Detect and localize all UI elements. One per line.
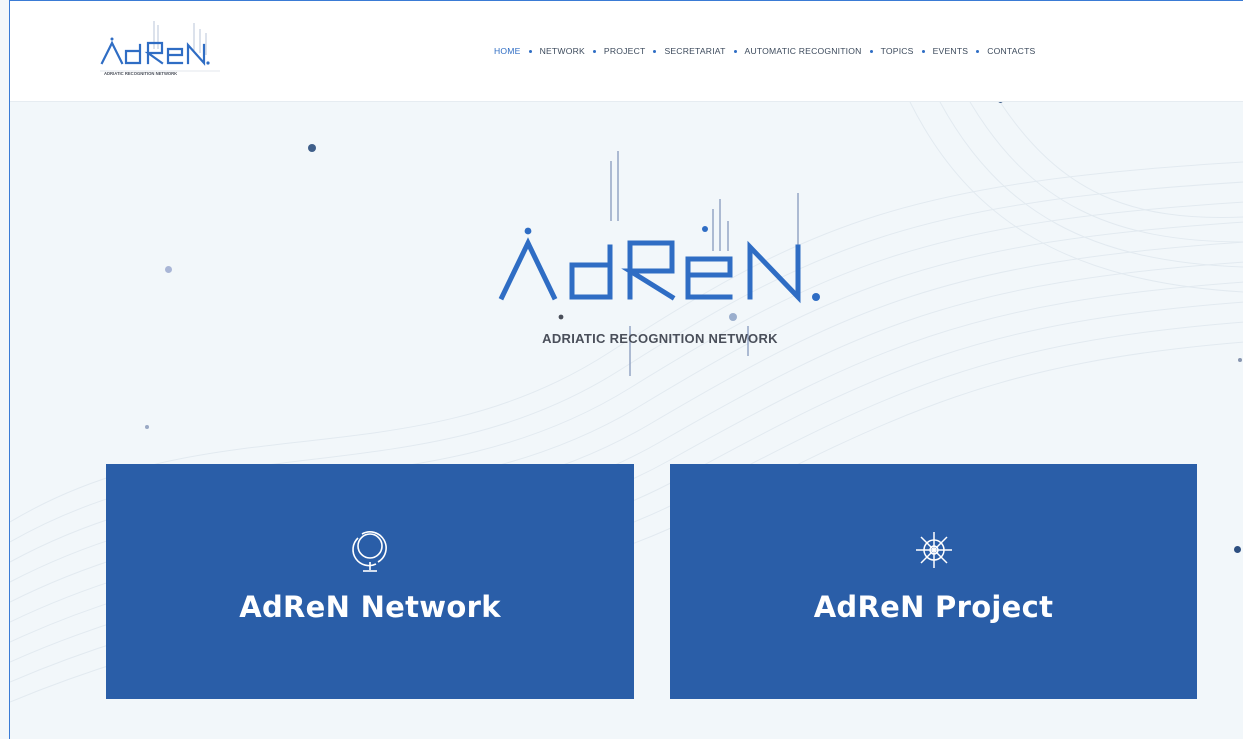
decor-dot <box>165 266 172 273</box>
card-title: AdReN Network <box>239 590 501 624</box>
nav-separator <box>592 49 596 53</box>
card-adren-network[interactable]: AdReN Network <box>106 464 634 699</box>
decor-dot <box>1238 358 1242 362</box>
nav-separator <box>528 49 532 53</box>
decor-dot <box>308 144 316 152</box>
decor-dot <box>145 425 149 429</box>
nav-item-secretariat[interactable]: SECRETARIAT <box>664 46 725 56</box>
globe-icon <box>352 531 387 572</box>
nav-item-project[interactable]: PROJECT <box>604 46 646 56</box>
site-header: ADRIATIC RECOGNITION NETWORK HOME NETWOR… <box>10 1 1243 102</box>
decor-dot <box>1234 546 1241 553</box>
main-nav: HOME NETWORK PROJECT SECRETARIAT AUTOMAT… <box>494 46 1035 56</box>
nav-separator <box>976 49 980 53</box>
nav-separator <box>921 49 925 53</box>
nav-separator <box>733 49 737 53</box>
page-frame: ADRIATIC RECOGNITION NETWORK HOME NETWOR… <box>9 0 1243 739</box>
nav-item-network[interactable]: NETWORK <box>540 46 585 56</box>
nav-item-automatic-recognition[interactable]: AUTOMATIC RECOGNITION <box>745 46 862 56</box>
hero-logo: ADRIATIC RECOGNITION NETWORK <box>498 151 820 376</box>
nav-item-contacts[interactable]: CONTACTS <box>987 46 1035 56</box>
nav-separator <box>653 49 657 53</box>
hero-tagline: ADRIATIC RECOGNITION NETWORK <box>542 331 778 346</box>
nav-separator <box>869 49 873 53</box>
nav-item-home[interactable]: HOME <box>494 46 521 56</box>
card-adren-project[interactable]: AdReN Project <box>670 464 1197 699</box>
nav-item-topics[interactable]: TOPICS <box>881 46 914 56</box>
header-logo[interactable]: ADRIATIC RECOGNITION NETWORK <box>96 19 246 95</box>
header-logo-tagline: ADRIATIC RECOGNITION NETWORK <box>104 71 177 76</box>
helm-wheel-icon <box>915 532 952 568</box>
card-title: AdReN Project <box>813 590 1054 624</box>
nav-item-events[interactable]: EVENTS <box>933 46 969 56</box>
